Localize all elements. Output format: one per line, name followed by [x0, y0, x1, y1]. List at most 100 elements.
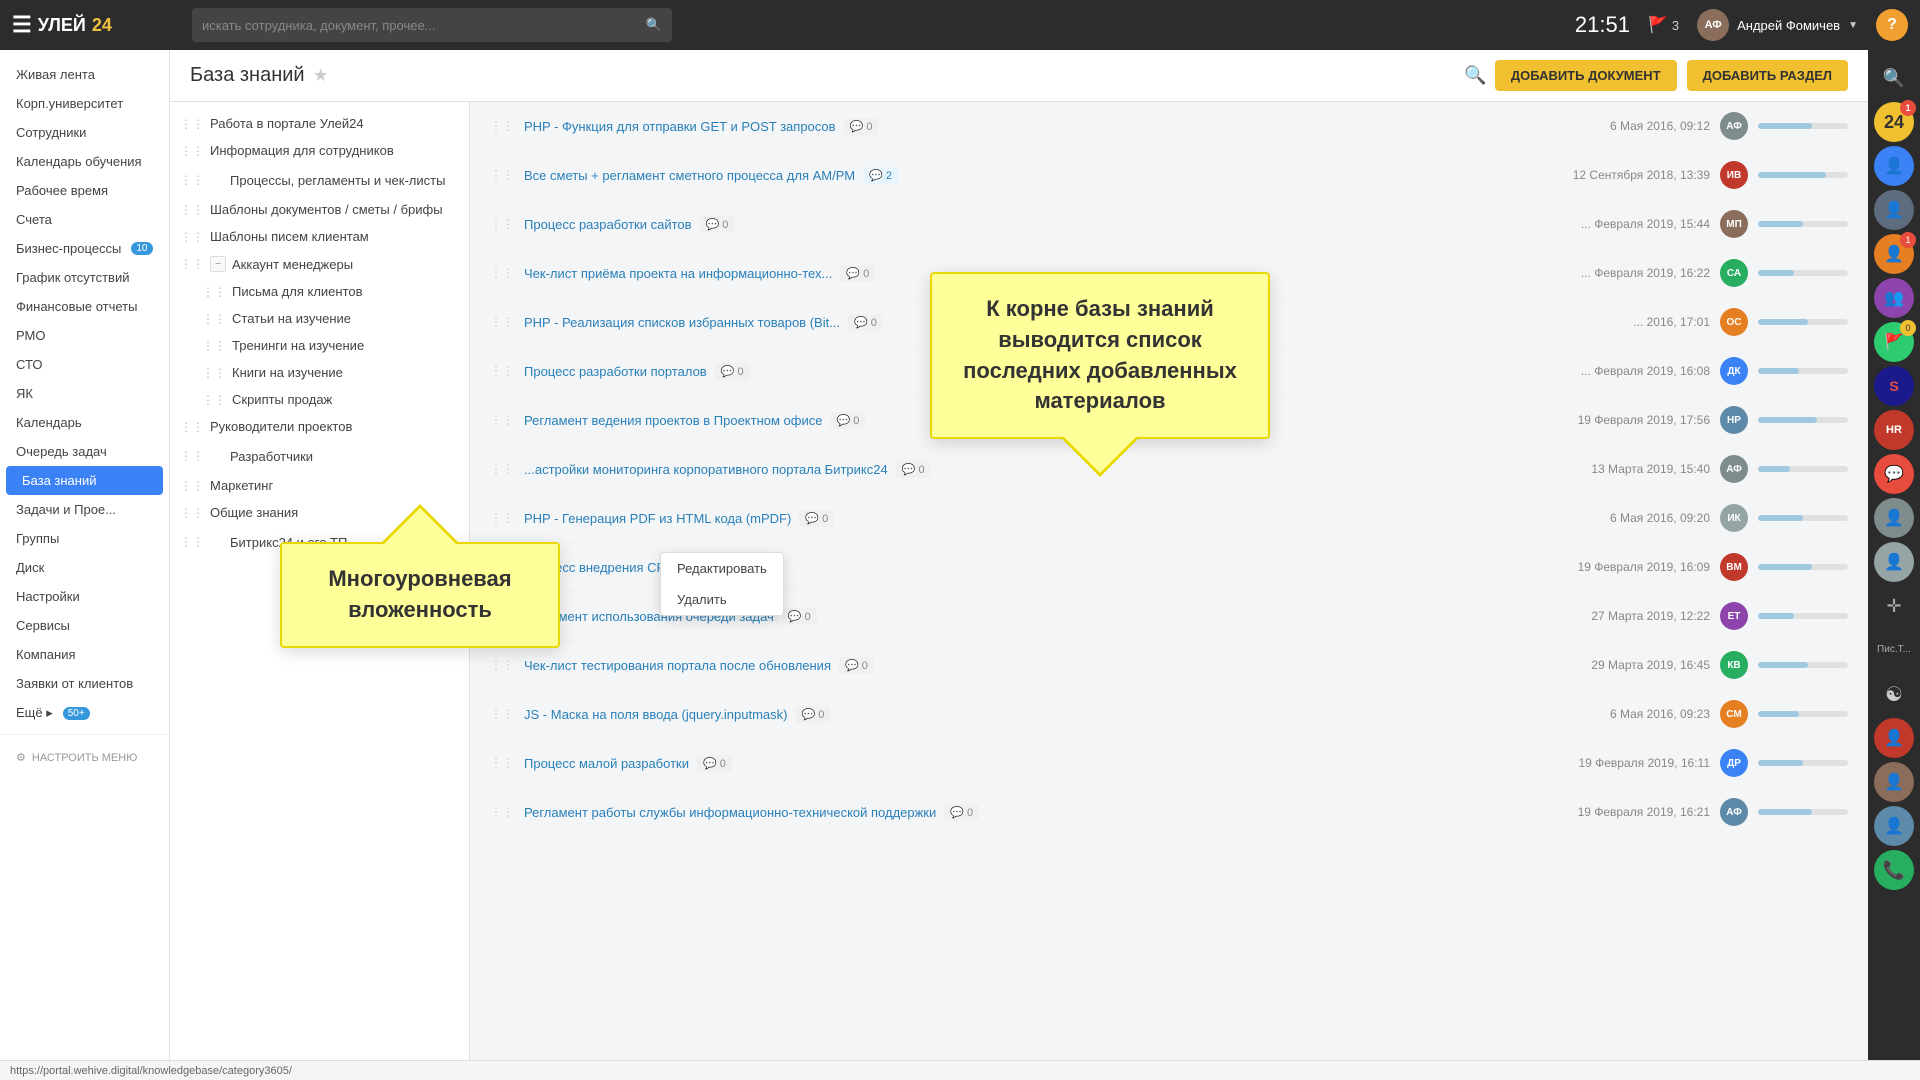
- user-info[interactable]: АФ Андрей Фомичев ▼: [1697, 9, 1858, 41]
- sidebar-item-settings[interactable]: Настройки: [0, 582, 169, 611]
- rs-user5-icon[interactable]: 👤: [1874, 542, 1914, 582]
- rs-flag-icon[interactable]: 🚩 0: [1874, 322, 1914, 362]
- sidebar-item-tasks[interactable]: Задачи и Прое...: [0, 495, 169, 524]
- comment-count: 💬 0: [944, 804, 979, 821]
- search-input[interactable]: [202, 18, 646, 33]
- sidebar-item-corp-uni[interactable]: Корп.университет: [0, 89, 169, 118]
- app-logo[interactable]: ☰ УЛЕЙ 24: [12, 12, 172, 38]
- drag-handle-icon: ⋮⋮: [202, 285, 226, 299]
- rs-user2-icon[interactable]: 👤: [1874, 190, 1914, 230]
- sidebar-item-pmo[interactable]: РМО: [0, 321, 169, 350]
- rs-user7-icon[interactable]: 👤: [1874, 762, 1914, 802]
- comment-count: 💬 0: [782, 608, 817, 625]
- tree-item-account-managers[interactable]: ⋮⋮ − Аккаунт менеджеры: [170, 250, 469, 278]
- sidebar-item-calendar[interactable]: Календарь: [0, 408, 169, 437]
- rs-notifications-icon[interactable]: 24 1: [1874, 102, 1914, 142]
- comment-count: 💬 0: [848, 314, 883, 331]
- sidebar-item-company[interactable]: Компания: [0, 640, 169, 669]
- document-item: ⋮⋮ ...астройки мониторинга корпоративног…: [490, 445, 1848, 494]
- sidebar-item-groups[interactable]: Группы: [0, 524, 169, 553]
- header-search-button[interactable]: 🔍: [1456, 61, 1494, 90]
- app-body: Живая лента Корп.университет Сотрудники …: [0, 50, 1920, 1080]
- rs-phone-icon[interactable]: 📞: [1874, 850, 1914, 890]
- sidebar-item-biz-processes[interactable]: Бизнес-процессы 10: [0, 234, 169, 263]
- add-section-button[interactable]: ДОБАВИТЬ РАЗДЕЛ: [1687, 60, 1848, 91]
- rs-user1-icon[interactable]: 👤: [1874, 146, 1914, 186]
- drag-handle-icon: ⋮⋮: [180, 203, 204, 217]
- sidebar-item-client-requests[interactable]: Заявки от клиентов: [0, 669, 169, 698]
- favorite-star-icon[interactable]: ★: [313, 65, 329, 86]
- doc-title-link[interactable]: Регламент работы службы информационно-те…: [524, 804, 1560, 821]
- rs-user3-icon[interactable]: 👤 1: [1874, 234, 1914, 274]
- doc-avatar: ОС: [1720, 308, 1748, 336]
- tree-item[interactable]: ⋮⋮ Скрипты продаж: [170, 386, 469, 413]
- drag-handle-icon: ⋮⋮: [180, 535, 204, 549]
- rs-user8-icon[interactable]: 👤: [1874, 806, 1914, 846]
- sidebar-item-sto[interactable]: СТО: [0, 350, 169, 379]
- notification-badge[interactable]: 🚩 3: [1648, 15, 1679, 35]
- comment-count: 💬 0: [844, 118, 879, 135]
- rs-search-icon[interactable]: 🔍: [1874, 58, 1914, 98]
- doc-title-link[interactable]: Чек-лист тестирования портала после обно…: [524, 657, 1560, 674]
- sidebar-item-task-queue[interactable]: Очередь задач: [0, 437, 169, 466]
- rs-hr-icon[interactable]: HR: [1874, 410, 1914, 450]
- sidebar-item-knowledge-base[interactable]: База знаний: [6, 466, 163, 495]
- tree-item[interactable]: ⋮⋮ Шаблоны писем клиентам: [170, 223, 469, 250]
- drag-handle-icon: ⋮⋮: [490, 364, 514, 378]
- drag-handle-icon: ⋮⋮: [490, 168, 514, 182]
- doc-date: 13 Марта 2019, 15:40: [1570, 462, 1710, 476]
- sidebar-item-services[interactable]: Сервисы: [0, 611, 169, 640]
- drag-handle-icon: ⋮⋮: [490, 315, 514, 329]
- tree-item[interactable]: ⋮⋮ Работа в портале Улей24: [170, 110, 469, 137]
- tree-item[interactable]: ⋮⋮ Руководители проектов: [170, 413, 469, 440]
- doc-date: ... Февраля 2019, 16:08: [1570, 364, 1710, 378]
- header-actions: ДОБАВИТЬ ДОКУМЕНТ ДОБАВИТЬ РАЗДЕЛ: [1495, 60, 1848, 91]
- tree-item[interactable]: ⋮⋮ ＋ Разработчики: [170, 440, 469, 472]
- tree-item[interactable]: ⋮⋮ Письма для клиентов: [170, 278, 469, 305]
- configure-menu[interactable]: ⚙ НАСТРОИТЬ МЕНЮ: [0, 741, 169, 774]
- doc-title-link[interactable]: Все сметы + регламент сметного процесса …: [524, 167, 1560, 184]
- rs-user4-icon[interactable]: 👤: [1874, 498, 1914, 538]
- sidebar-item-more[interactable]: Ещё ▸ 50+: [0, 698, 169, 728]
- doc-title-link[interactable]: PHP - Функция для отправки GET и POST за…: [524, 118, 1560, 135]
- tree-item[interactable]: ⋮⋮ Информация для сотрудников: [170, 137, 469, 164]
- doc-avatar: ЕТ: [1720, 602, 1748, 630]
- tree-item[interactable]: ⋮⋮ Шаблоны документов / сметы / брифы: [170, 196, 469, 223]
- tree-expand-button[interactable]: −: [210, 256, 226, 272]
- doc-title-link[interactable]: ...астройки мониторинга корпоративного п…: [524, 461, 1560, 478]
- rs-crosshair-icon[interactable]: ✛: [1874, 586, 1914, 626]
- sidebar-item-disk[interactable]: Диск: [0, 553, 169, 582]
- doc-title-link[interactable]: Процесс малой разработки 💬 0: [524, 755, 1560, 772]
- help-button[interactable]: ?: [1876, 9, 1908, 41]
- tree-item[interactable]: ⋮⋮ Тренинги на изучение: [170, 332, 469, 359]
- chevron-down-icon: ▼: [1848, 20, 1858, 31]
- sidebar-item-invoices[interactable]: Счета: [0, 205, 169, 234]
- tree-item[interactable]: ⋮⋮ Маркетинг: [170, 472, 469, 499]
- doc-title-link[interactable]: PHP - Генерация PDF из HTML кода (mPDF) …: [524, 510, 1560, 527]
- user-name: Андрей Фомичев: [1737, 18, 1840, 33]
- sidebar-item-employees[interactable]: Сотрудники: [0, 118, 169, 147]
- tree-item[interactable]: ⋮⋮ ＋ Процессы, регламенты и чек-листы: [170, 164, 469, 196]
- global-search[interactable]: 🔍: [192, 8, 672, 42]
- doc-title-link[interactable]: JS - Маска на поля ввода (jquery.inputma…: [524, 706, 1560, 723]
- drag-handle-icon: ⋮⋮: [490, 266, 514, 280]
- rs-superman-icon[interactable]: S: [1874, 366, 1914, 406]
- sidebar-item-training-cal[interactable]: Календарь обучения: [0, 147, 169, 176]
- rs-multiuser-icon[interactable]: 👥: [1874, 278, 1914, 318]
- sidebar-item-work-time[interactable]: Рабочее время: [0, 176, 169, 205]
- logo-icon: ☰: [12, 12, 32, 38]
- sidebar-item-live-feed[interactable]: Живая лента: [0, 60, 169, 89]
- sidebar-item-finance[interactable]: Финансовые отчеты: [0, 292, 169, 321]
- sidebar-item-yk[interactable]: ЯК: [0, 379, 169, 408]
- sidebar-item-absence[interactable]: График отсутствий: [0, 263, 169, 292]
- add-document-button[interactable]: ДОБАВИТЬ ДОКУМЕНТ: [1495, 60, 1677, 91]
- rs-user6-icon[interactable]: 👤: [1874, 718, 1914, 758]
- rs-chat-icon[interactable]: 💬: [1874, 454, 1914, 494]
- tree-item[interactable]: ⋮⋮ Книги на изучение: [170, 359, 469, 386]
- tree-item[interactable]: ⋮⋮ Статьи на изучение: [170, 305, 469, 332]
- doc-title-link[interactable]: Процесс разработки сайтов 💬 0: [524, 216, 1560, 233]
- doc-avatar: АФ: [1720, 798, 1748, 826]
- rs-yin-yang-icon[interactable]: ☯: [1874, 674, 1914, 714]
- drag-handle-icon: ⋮⋮: [180, 257, 204, 271]
- doc-progress-bar: [1758, 123, 1848, 129]
